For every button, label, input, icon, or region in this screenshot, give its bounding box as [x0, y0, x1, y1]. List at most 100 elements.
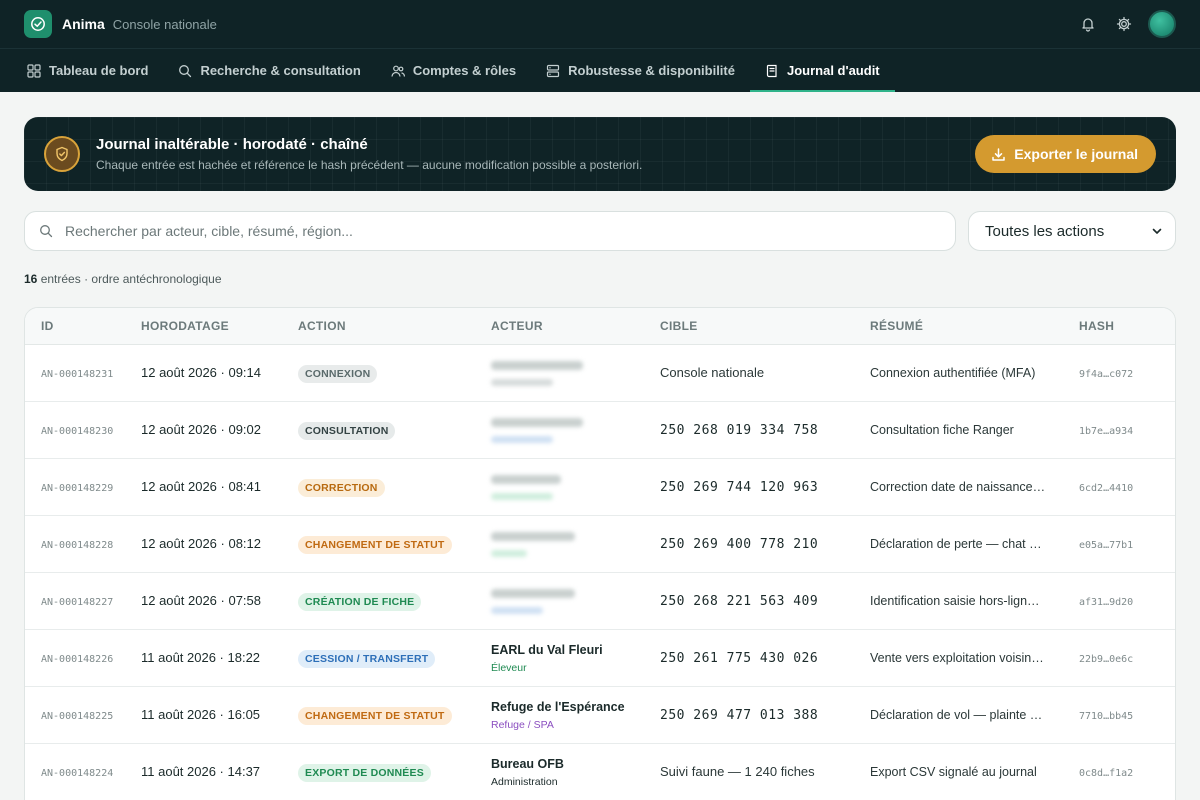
tab-recherche[interactable]: Recherche & consultation [163, 49, 375, 92]
tab-label: Comptes & rôles [412, 63, 517, 78]
entry-summary: Connexion authentifiée (MFA) [870, 366, 1036, 380]
banner-subtitle: Chaque entrée est hachée et référence le… [96, 158, 643, 172]
table-row[interactable]: AN-000148229 12 août 2026 · 08:41 CORREC… [25, 459, 1175, 516]
table-row[interactable]: AN-000148230 12 août 2026 · 09:02 CONSUL… [25, 402, 1175, 459]
shield-icon [44, 136, 80, 172]
actor-name: Refuge de l'Espérance [491, 699, 625, 714]
bell-icon[interactable] [1076, 12, 1100, 36]
entry-timestamp: 12 août 2026 · 09:02 [141, 422, 261, 437]
action-badge: CONSULTATION [298, 421, 396, 440]
entry-timestamp: 12 août 2026 · 07:58 [141, 593, 261, 608]
export-journal-button[interactable]: Exporter le journal [975, 135, 1156, 173]
actor-role: Éleveur [491, 661, 527, 674]
action-filter-value: Toutes les actions [985, 222, 1105, 240]
entry-hash: 1b7e…a934 [1079, 426, 1134, 437]
table-row[interactable]: AN-000148228 12 août 2026 · 08:12 CHANGE… [25, 516, 1175, 573]
entry-id: AN-000148230 [41, 426, 114, 437]
table-row[interactable]: AN-000148224 11 août 2026 · 14:37 EXPORT… [25, 744, 1175, 800]
download-icon [992, 147, 1006, 161]
col-header-id: ID [41, 319, 54, 333]
tab-tableau-de-bord[interactable]: Tableau de bord [12, 49, 163, 92]
entry-id: AN-000148224 [41, 768, 114, 779]
entry-id: AN-000148225 [41, 711, 114, 722]
chevron-down-icon [1152, 228, 1162, 234]
entry-target: 250 269 400 778 210 [660, 537, 819, 552]
audit-table: ID HORODATAGE ACTION ACTEUR CIBLE RÉSUMÉ… [24, 307, 1176, 800]
entry-summary: Vente vers exploitation voisin… [870, 651, 1044, 665]
entry-timestamp: 11 août 2026 · 18:22 [141, 650, 261, 665]
entry-hash: 6cd2…4410 [1079, 483, 1134, 494]
entry-timestamp: 12 août 2026 · 09:14 [141, 365, 261, 380]
actor-role: Refuge / SPA [491, 718, 554, 731]
entry-id: AN-000148231 [41, 369, 114, 380]
action-badge: CESSION / TRANSFERT [298, 649, 436, 668]
anima-logo-icon [24, 10, 52, 38]
entry-hash: 7710…bb45 [1079, 711, 1134, 722]
app-name: Anima [62, 16, 105, 32]
search-icon [40, 225, 53, 238]
tab-label: Recherche & consultation [200, 63, 361, 78]
entry-summary: Déclaration de perte — chat … [870, 537, 1042, 551]
entry-summary: Déclaration de vol — plainte … [870, 708, 1043, 722]
table-row[interactable]: AN-000148227 12 août 2026 · 07:58 CRÉATI… [25, 573, 1175, 630]
col-header-action: ACTION [298, 319, 346, 333]
action-badge: CONNEXION [298, 364, 378, 383]
action-badge: CRÉATION DE FICHE [298, 592, 422, 611]
actor-name: EARL du Val Fleuri [491, 642, 603, 657]
tab-comptes-roles[interactable]: Comptes & rôles [376, 49, 531, 92]
top-bar: Anima Console nationale [0, 0, 1200, 48]
entry-hash: e05a…77b1 [1079, 540, 1134, 551]
entry-summary: Export CSV signalé au journal [870, 765, 1037, 779]
table-row[interactable]: AN-000148226 11 août 2026 · 18:22 CESSIO… [25, 630, 1175, 687]
tab-label: Tableau de bord [49, 63, 149, 78]
main-nav: Tableau de bord Recherche & consultation… [0, 48, 1200, 92]
col-header-resume: RÉSUMÉ [870, 319, 924, 333]
action-badge: CHANGEMENT DE STATUT [298, 535, 452, 554]
entry-timestamp: 12 août 2026 · 08:12 [141, 536, 261, 551]
entry-target: Console nationale [660, 365, 765, 380]
redacted-actor [491, 531, 660, 557]
action-filter-select[interactable]: Toutes les actions [968, 211, 1176, 251]
entry-target: 250 268 221 563 409 [660, 594, 819, 609]
table-row[interactable]: AN-000148231 12 août 2026 · 09:14 CONNEX… [25, 345, 1175, 402]
app-subtitle: Console nationale [112, 16, 217, 32]
entry-target: 250 268 019 334 758 [660, 423, 819, 438]
entry-hash: 9f4a…c072 [1079, 369, 1134, 380]
search-box [24, 211, 956, 251]
journal-icon [766, 64, 777, 77]
entry-summary: Correction date de naissance… [870, 480, 1046, 494]
entry-hash: 0c8d…f1a2 [1079, 768, 1134, 779]
avatar[interactable] [1148, 10, 1176, 38]
action-badge: EXPORT DE DONNÉES [298, 763, 431, 782]
entry-target: Suivi faune — 1 240 fiches [660, 764, 815, 779]
grid-icon [27, 63, 41, 78]
gear-icon[interactable] [1112, 12, 1136, 36]
entry-target: 250 269 477 013 388 [660, 708, 819, 723]
search-input[interactable] [65, 223, 925, 239]
actor-role: Administration [491, 775, 558, 788]
tab-label: Journal d'audit [786, 63, 880, 78]
entry-id: AN-000148229 [41, 483, 114, 494]
entries-count-number: 16 [24, 272, 38, 286]
entries-count: 16 entrées · ordre antéchronologique [24, 272, 222, 286]
col-header-hash: HASH [1079, 319, 1115, 333]
entry-target: 250 269 744 120 963 [660, 480, 819, 495]
table-header: ID HORODATAGE ACTION ACTEUR CIBLE RÉSUMÉ… [25, 308, 1175, 345]
col-header-cible: CIBLE [660, 319, 698, 333]
table-row[interactable]: AN-000148225 11 août 2026 · 16:05 CHANGE… [25, 687, 1175, 744]
actor-name: Bureau OFB [491, 756, 564, 771]
banner-title: Journal inaltérable · horodaté · chaîné [96, 136, 368, 153]
tab-journal-audit[interactable]: Journal d'audit [749, 49, 895, 92]
entry-timestamp: 11 août 2026 · 14:37 [141, 764, 261, 779]
entries-count-text: entrées · ordre antéchronologique [40, 272, 222, 286]
tab-robustesse[interactable]: Robustesse & disponibilité [531, 49, 750, 92]
action-badge: CORRECTION [298, 478, 385, 497]
entry-timestamp: 11 août 2026 · 16:05 [141, 707, 261, 722]
redacted-actor [491, 417, 660, 443]
entry-id: AN-000148228 [41, 540, 114, 551]
users-icon [391, 65, 405, 77]
entry-hash: af31…9d20 [1079, 597, 1134, 608]
tab-label: Robustesse & disponibilité [568, 63, 735, 78]
entry-target: 250 261 775 430 026 [660, 651, 819, 666]
col-header-acteur: ACTEUR [491, 319, 543, 333]
